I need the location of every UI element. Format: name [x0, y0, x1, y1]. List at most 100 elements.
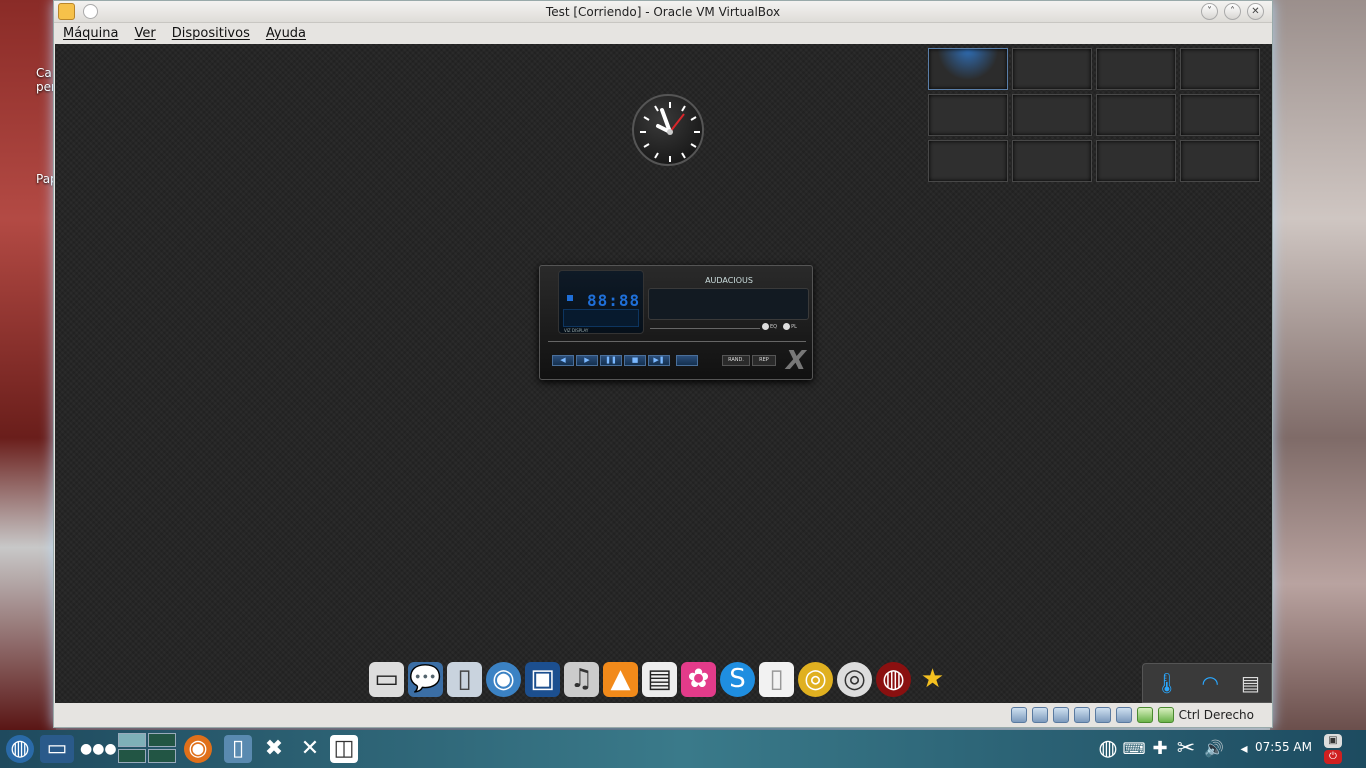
- time-display[interactable]: 88:88: [587, 291, 640, 310]
- mouse-integration-icon[interactable]: [1136, 707, 1153, 723]
- volume-balance-slider[interactable]: [650, 328, 760, 329]
- shuffle-button[interactable]: RAND.: [722, 355, 750, 366]
- shared-folders-icon[interactable]: [1094, 707, 1111, 723]
- seek-bar[interactable]: [548, 341, 806, 342]
- browser-icon[interactable]: ◉: [486, 662, 521, 697]
- guest-display[interactable]: 88:88 VIZ DISPLAY AUDACIOUS EQ PL ◀ ▶ ❚❚…: [55, 44, 1272, 703]
- audacious-player[interactable]: 88:88 VIZ DISPLAY AUDACIOUS EQ PL ◀ ▶ ❚❚…: [539, 265, 813, 380]
- disc-burner-icon[interactable]: ◎: [798, 662, 833, 697]
- pager-desktop[interactable]: [118, 733, 146, 747]
- pager-desktop[interactable]: [148, 749, 176, 763]
- player-title: AUDACIOUS: [705, 276, 753, 285]
- pager-desktop[interactable]: [1096, 140, 1176, 182]
- pager-desktop[interactable]: [1180, 48, 1260, 90]
- pause-button[interactable]: ❚❚: [600, 355, 622, 366]
- clipboard-icon[interactable]: ✂: [1172, 735, 1200, 763]
- tools-icon[interactable]: ✖: [260, 735, 288, 763]
- next-button[interactable]: ▶❚: [648, 355, 670, 366]
- update-icon[interactable]: ✚: [1146, 735, 1174, 763]
- host-desktop-right: [1270, 0, 1366, 730]
- expand-tray-icon[interactable]: ◂: [1230, 735, 1258, 763]
- network-icon[interactable]: [1073, 707, 1090, 723]
- optical-drive-icon[interactable]: [1031, 707, 1048, 723]
- window-menu-icon[interactable]: [83, 4, 98, 19]
- repeat-button[interactable]: REP: [752, 355, 776, 366]
- pager-desktop[interactable]: [928, 48, 1008, 90]
- debian-icon[interactable]: ◍: [876, 662, 911, 697]
- menu-dispositivos[interactable]: Dispositivos: [172, 26, 250, 41]
- guest-system-tray: 🌡 ◠ ▤: [1142, 663, 1272, 703]
- pager-desktop[interactable]: [1180, 94, 1260, 136]
- host-desktop-pager: [118, 733, 176, 763]
- kde-menu-icon[interactable]: ◍: [6, 735, 34, 763]
- music-icon[interactable]: ♫: [564, 662, 599, 697]
- file-manager-icon[interactable]: ▯: [224, 735, 252, 763]
- host-clock[interactable]: 07:55 AM: [1255, 740, 1312, 754]
- hard-disk-icon[interactable]: [1010, 707, 1027, 723]
- vlc-icon[interactable]: ▲: [603, 662, 638, 697]
- clock-widget: [632, 94, 704, 166]
- play-button[interactable]: ▶: [576, 355, 598, 366]
- close-button[interactable]: ✕: [1247, 3, 1264, 20]
- pager-desktop[interactable]: [118, 749, 146, 763]
- power-icon[interactable]: ⏻: [1324, 750, 1342, 764]
- activities-icon[interactable]: ●●●: [80, 735, 117, 763]
- pl-toggle[interactable]: PL: [783, 323, 797, 330]
- network-globe-icon[interactable]: ◍: [1094, 735, 1122, 763]
- song-display: [648, 288, 809, 320]
- visualizer[interactable]: [563, 309, 639, 327]
- previous-button[interactable]: ◀: [552, 355, 574, 366]
- pager-desktop[interactable]: [1096, 48, 1176, 90]
- terminal-icon[interactable]: ▭: [369, 662, 404, 697]
- wifi-icon[interactable]: ◠: [1202, 671, 1219, 695]
- video-capture-icon[interactable]: [1115, 707, 1132, 723]
- dvd-icon[interactable]: ◎: [837, 662, 872, 697]
- stop-button[interactable]: ■: [624, 355, 646, 366]
- star-icon[interactable]: ★: [915, 662, 950, 697]
- maximize-button[interactable]: ˄: [1224, 3, 1241, 20]
- keyboard-capture-icon[interactable]: [1157, 707, 1174, 723]
- menu-ayuda[interactable]: Ayuda: [266, 26, 306, 41]
- settings-icon[interactable]: ✕: [296, 735, 324, 763]
- document-icon[interactable]: ▯: [759, 662, 794, 697]
- pager-desktop[interactable]: [928, 94, 1008, 136]
- virtualbox-task-icon[interactable]: ◫: [330, 735, 358, 763]
- host-desktop-label[interactable]: Ca: [36, 66, 52, 80]
- pager-desktop[interactable]: [1012, 140, 1092, 182]
- host-taskbar: ◍ ▭ ●●● ◉ ▯ ✖ ✕ ◫ ◍ ⌨ ✚ ✂ 🔊 ◂ 07:55 AM ▣…: [0, 730, 1366, 768]
- image-viewer-icon[interactable]: ▣: [525, 662, 560, 697]
- keyboard-icon[interactable]: ⌨: [1120, 735, 1148, 763]
- eject-button[interactable]: [676, 355, 698, 366]
- guest-desktop-pager: [928, 48, 1260, 182]
- pager-desktop[interactable]: [928, 140, 1008, 182]
- pager-desktop[interactable]: [1096, 94, 1176, 136]
- window-titlebar[interactable]: Test [Corriendo] - Oracle VM VirtualBox …: [54, 1, 1272, 23]
- menu-maquina[interactable]: Máquina: [63, 26, 119, 41]
- menu-ver[interactable]: Ver: [135, 26, 156, 41]
- menubar: Máquina Ver Dispositivos Ayuda: [54, 23, 1272, 43]
- pager-desktop[interactable]: [1012, 94, 1092, 136]
- minimize-button[interactable]: ˅: [1201, 3, 1218, 20]
- clock-face-icon: [640, 102, 700, 162]
- camera-icon[interactable]: ▤: [642, 662, 677, 697]
- chat-icon[interactable]: 💬: [408, 662, 443, 697]
- volume-icon[interactable]: 🔊: [1200, 735, 1228, 763]
- app-icon[interactable]: [58, 3, 75, 20]
- files-icon[interactable]: ▯: [447, 662, 482, 697]
- firefox-icon[interactable]: ◉: [184, 735, 212, 763]
- lock-icon[interactable]: ▣: [1324, 734, 1342, 748]
- pager-desktop[interactable]: [148, 733, 176, 747]
- pager-desktop[interactable]: [1180, 140, 1260, 182]
- player-logo: X: [785, 346, 806, 376]
- flower-icon[interactable]: ✿: [681, 662, 716, 697]
- viz-label: VIZ DISPLAY: [564, 328, 589, 333]
- usb-icon[interactable]: [1052, 707, 1069, 723]
- time-lcd: 88:88 VIZ DISPLAY: [558, 270, 644, 334]
- pager-desktop[interactable]: [1012, 48, 1092, 90]
- thermometer-icon[interactable]: 🌡: [1154, 671, 1179, 695]
- skype-icon[interactable]: S: [720, 662, 755, 697]
- eq-toggle[interactable]: EQ: [762, 323, 777, 330]
- virtualbox-window: Test [Corriendo] - Oracle VM VirtualBox …: [53, 0, 1273, 728]
- show-desktop-icon[interactable]: ▭: [40, 735, 74, 763]
- printer-icon[interactable]: ▤: [1241, 671, 1260, 695]
